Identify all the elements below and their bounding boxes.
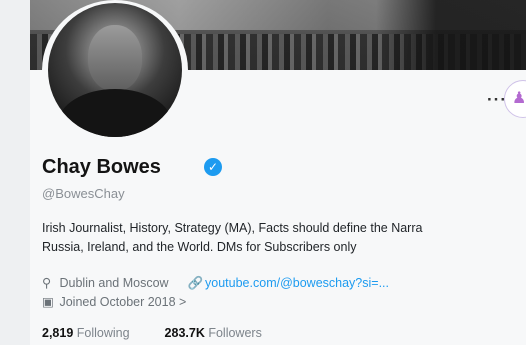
followers-label: Followers [208, 326, 262, 340]
person-icon: ♟ [512, 90, 526, 107]
location-row: ⚲ Dublin and Moscow 🔗 youtube.com/@bowes… [42, 275, 389, 291]
bio-line: Irish Journalist, History, Strategy (MA)… [42, 221, 423, 235]
avatar-head [88, 25, 142, 91]
following-link[interactable]: 2,819 Following [42, 326, 130, 340]
location-text: Dublin and Moscow [59, 276, 169, 290]
profile-card: ··· ♟ Chay Bowes ✓ @BowesChay Irish Jour… [30, 0, 526, 345]
bio: Irish Journalist, History, Strategy (MA)… [42, 219, 526, 257]
followers-link[interactable]: 283.7K Followers [165, 326, 262, 340]
avatar-body [58, 89, 172, 137]
link-icon: 🔗 [187, 276, 204, 290]
following-count: 2,819 [42, 326, 74, 340]
map-pin-icon: ⚲ [42, 276, 52, 290]
joined-row: ▣ Joined October 2018 > [42, 294, 186, 309]
joined-text[interactable]: Joined October 2018 > [59, 295, 186, 309]
verified-badge-icon[interactable]: ✓ [204, 158, 222, 176]
avatar[interactable] [48, 3, 182, 137]
user-handle: @BowesChay [42, 186, 125, 201]
following-label: Following [76, 326, 130, 340]
display-name: Chay Bowes [42, 156, 161, 178]
followers-count: 283.7K [164, 326, 205, 340]
website-link[interactable]: youtube.com/@boweschay?si=... [205, 276, 389, 290]
follow-stats: 2,819 Following 283.7K Followers [42, 326, 262, 340]
profile-action-button[interactable]: ♟ [504, 80, 526, 118]
banner-shadow [376, 0, 526, 70]
bio-line: Russia, Ireland, and the World. DMs for … [42, 240, 357, 254]
calendar-icon: ▣ [42, 295, 54, 309]
